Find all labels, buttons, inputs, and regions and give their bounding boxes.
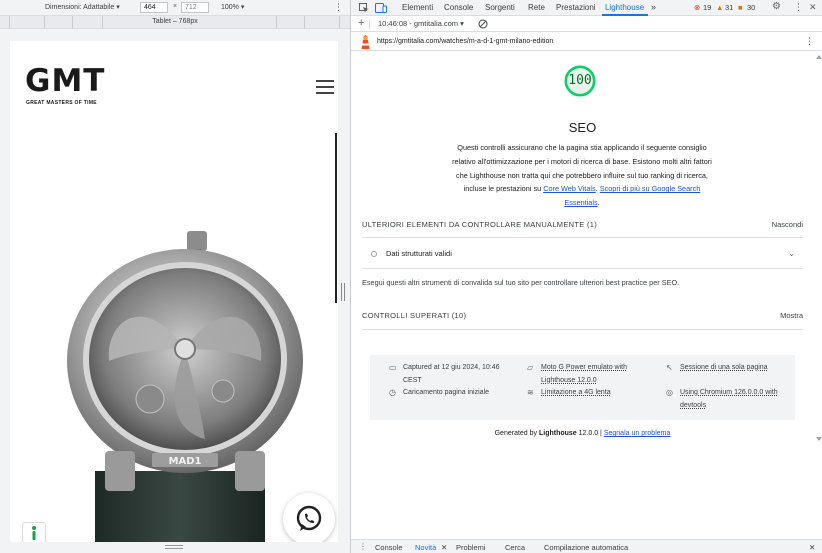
warning-count[interactable]: 31 xyxy=(725,3,733,12)
category-description: Questi controlli assicurano che la pagin… xyxy=(452,143,712,208)
tab-prestazioni[interactable]: Prestazioni xyxy=(556,3,596,12)
seo-score: 100 xyxy=(568,73,592,88)
tab-rete[interactable]: Rete xyxy=(528,3,545,12)
calendar-icon: ▭ xyxy=(389,363,397,372)
media-query-ruler[interactable]: Tablet – 768px xyxy=(0,16,350,29)
device-resize-handle[interactable] xyxy=(341,283,345,301)
audit-structured-data[interactable]: Dati strutturati validi ⌄ xyxy=(362,239,803,269)
zoom-select[interactable]: 100% ▾ xyxy=(221,3,244,11)
drawer-tab-problemi[interactable]: Problemi xyxy=(456,543,486,552)
device-toolbar: Dimensioni: Adattabile ▾ 464 × 712 100% … xyxy=(0,0,350,16)
tab-elementi[interactable]: Elementi xyxy=(402,3,433,12)
show-passed-toggle[interactable]: Mostra xyxy=(780,311,803,320)
drawer-tab-autofill[interactable]: Compilazione automatica xyxy=(544,543,628,552)
warning-icon[interactable]: ▲ xyxy=(716,3,723,12)
tab-console[interactable]: Console xyxy=(444,3,473,12)
wifi-icon: ≋ xyxy=(527,388,534,397)
lighthouse-report-bar: + 10:46:08 - gmtitalia.com ▾ xyxy=(351,16,822,32)
device-more-icon[interactable]: ⋮ xyxy=(334,2,343,13)
devtools-drawer: ⋮ Console Novità ✕ Problemi Cerca Compil… xyxy=(351,539,822,553)
audited-url[interactable]: https://gmtitalia.com/watches/m-a-d-1-gm… xyxy=(377,38,553,45)
chevron-down-icon[interactable]: ⌄ xyxy=(788,249,795,258)
width-input[interactable]: 464 xyxy=(140,2,168,13)
devtools-panel: Elementi Console Sorgenti Rete Prestazio… xyxy=(350,0,822,553)
lighthouse-report: 100 SEO Questi controlli assicurano che … xyxy=(351,51,814,539)
audit-label: Dati strutturati validi xyxy=(386,249,452,258)
device-bottom-resize-handle[interactable] xyxy=(165,545,183,549)
issues-count[interactable]: 30 xyxy=(747,3,755,12)
report-scrollbar[interactable] xyxy=(815,51,822,451)
site-scrollbar[interactable] xyxy=(335,133,337,303)
category-title: SEO xyxy=(568,120,597,135)
lighthouse-logo-icon xyxy=(361,35,370,49)
accessibility-button[interactable] xyxy=(22,522,46,542)
passed-audits-header[interactable]: CONTROLLI SUPERATI (10) Mostra xyxy=(362,311,803,320)
manual-checks-note: Esegui questi altri strumenti di convali… xyxy=(362,278,680,287)
emulated-site: GMT GREAT MASTERS OF TIME MAD1 xyxy=(10,41,338,542)
close-drawer-icon[interactable]: ✕ xyxy=(809,543,815,552)
devtools-more-icon[interactable]: ⋮ xyxy=(794,2,803,13)
close-devtools-icon[interactable]: ✕ xyxy=(809,2,817,13)
new-report-icon[interactable]: + xyxy=(358,17,364,29)
clear-reports-icon[interactable] xyxy=(478,19,488,29)
manual-checks-header[interactable]: ULTERIORI ELEMENTI DA CONTROLLARE MANUAL… xyxy=(362,220,803,229)
audit-status-icon xyxy=(371,251,377,257)
gmt-logo[interactable]: GMT xyxy=(25,65,105,97)
cursor-icon: ↖ xyxy=(666,363,673,372)
height-input[interactable]: 712 xyxy=(181,2,209,13)
hide-manual-toggle[interactable]: Nascondi xyxy=(772,220,803,229)
ruler-label: Tablet – 768px xyxy=(152,18,198,25)
devtools-tab-bar: Elementi Console Sorgenti Rete Prestazio… xyxy=(351,0,822,16)
report-select[interactable]: 10:46:08 - gmtitalia.com ▾ xyxy=(378,19,464,28)
more-tabs-icon[interactable]: » xyxy=(651,2,656,12)
timer-icon: ◷ xyxy=(389,388,396,397)
issues-icon[interactable]: ■ xyxy=(738,3,743,12)
lighthouse-brand: Lighthouse xyxy=(538,430,577,437)
audited-url-bar: https://gmtitalia.com/watches/m-a-d-1-gm… xyxy=(351,33,822,51)
error-count[interactable]: 19 xyxy=(703,3,711,12)
watch-image: MAD1 xyxy=(67,231,303,542)
device-pane: Dimensioni: Adattabile ▾ 464 × 712 100% … xyxy=(0,0,350,553)
gmt-tagline: GREAT MASTERS OF TIME xyxy=(26,100,97,106)
tab-sorgenti[interactable]: Sorgenti xyxy=(485,3,515,12)
drawer-menu-icon[interactable]: ⋮ xyxy=(359,542,367,551)
inspect-element-icon[interactable] xyxy=(359,3,369,13)
drawer-tab-close-icon[interactable]: ✕ xyxy=(441,543,447,552)
device-toggle-icon[interactable] xyxy=(375,3,387,13)
error-icon[interactable]: ⊗ xyxy=(694,3,700,12)
drawer-tab-cerca[interactable]: Cerca xyxy=(505,543,525,552)
times-label: × xyxy=(173,3,178,10)
whatsapp-button[interactable] xyxy=(283,493,335,542)
report-issue-link[interactable]: Segnala un problema xyxy=(604,430,671,437)
accessibility-icon xyxy=(32,526,36,540)
gear-icon[interactable]: ⚙ xyxy=(772,1,781,12)
drawer-tab-console[interactable]: Console xyxy=(375,543,403,552)
dimensions-select[interactable]: Dimensioni: Adattabile ▾ xyxy=(45,3,120,11)
runtime-settings: ▭ Captured at 12 giu 2024, 10:46 CEST ◷ C… xyxy=(370,355,795,420)
hamburger-menu-icon[interactable] xyxy=(316,80,334,94)
device-icon: ▱ xyxy=(527,363,534,372)
report-more-icon[interactable]: ⋮ xyxy=(805,36,814,47)
core-web-vitals-link[interactable]: Core Web Vitals xyxy=(543,184,595,193)
watch-brand-text: MAD1 xyxy=(169,456,202,467)
chromium-icon: ◎ xyxy=(666,388,673,397)
whatsapp-icon xyxy=(296,505,322,531)
report-footer: Generated by Lighthouse 12.0.0 | Segnala… xyxy=(494,430,671,437)
tab-lighthouse[interactable]: Lighthouse xyxy=(605,3,644,12)
drawer-tab-novita[interactable]: Novità xyxy=(415,543,436,552)
